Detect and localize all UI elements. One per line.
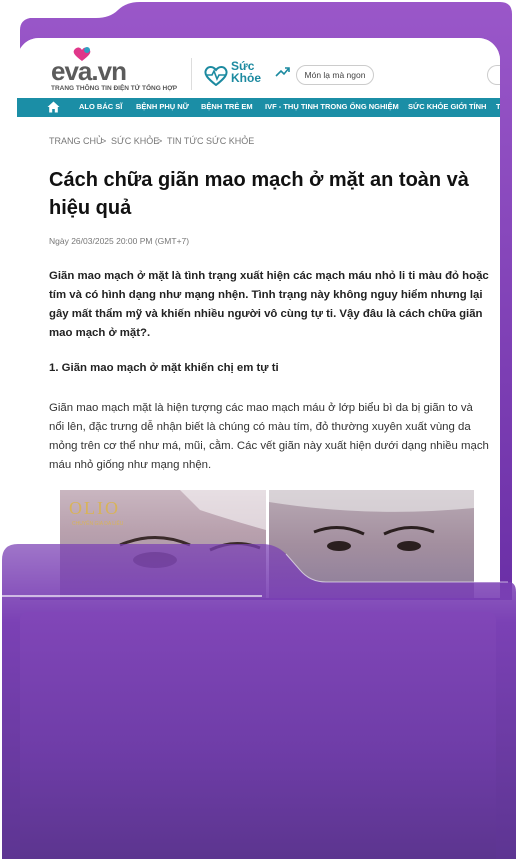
article-date: Ngày 26/03/2025 20:00 PM (GMT+7) (49, 236, 190, 246)
breadcrumb-separator: > (101, 136, 107, 146)
logo-text: eva.vn (51, 56, 127, 86)
nav-item-ivf[interactable]: IVF - THỤ TINH TRONG ỐNG NGHIỆM (265, 102, 399, 111)
nav-item-more[interactable]: T (496, 102, 500, 111)
site-header: eva.vn TRANG THÔNG TIN ĐIỆN TỬ TỔNG HỢP … (17, 38, 500, 98)
eva-logo[interactable]: eva.vn TRANG THÔNG TIN ĐIỆN TỬ TỔNG HỢP (51, 47, 181, 94)
section-heading: 1. Giãn mao mạch ở mặt khiến chị em tự t… (49, 362, 279, 374)
bottom-content-card (20, 612, 496, 859)
article-paragraph: Giãn mao mạch mặt là hiện tượng các mao … (49, 402, 489, 471)
header-right-pill[interactable] (487, 65, 500, 85)
logo-tagline: TRANG THÔNG TIN ĐIỆN TỬ TỔNG HỢP (51, 85, 178, 92)
article-title: Cách chữa giãn mao mạch ở mặt an toàn và… (49, 169, 469, 219)
header-divider (191, 58, 192, 90)
article-lead: Giãn mao mạch ở mặt là tình trạng xuất h… (49, 270, 489, 339)
trending-icon (275, 67, 290, 77)
section-name: Sức Khỏe (231, 60, 261, 84)
heartbeat-icon (204, 66, 228, 86)
breadcrumb-section[interactable]: SỨC KHỎE (111, 136, 159, 146)
section-suckhoe-logo[interactable]: Sức Khỏe (203, 60, 273, 90)
browser-page: eva.vn TRANG THÔNG TIN ĐIỆN TỬ TỔNG HỢP … (17, 38, 500, 598)
breadcrumb-separator: > (157, 136, 163, 146)
breadcrumb-sub[interactable]: TIN TỨC SỨC KHỎE (167, 136, 254, 146)
nav-item-benh-tre-em[interactable]: BỆNH TRẺ EM (201, 102, 253, 111)
nav-item-alo-bac-si[interactable]: ALO BÁC SĨ (79, 102, 122, 111)
home-icon[interactable] (47, 101, 60, 113)
section-name-line2: Khỏe (231, 71, 261, 85)
nav-item-benh-phu-nu[interactable]: BỆNH PHỤ NỮ (136, 102, 189, 111)
breadcrumb-home[interactable]: TRANG CHỦ (49, 136, 103, 146)
trending-search-pill[interactable]: Món lạ mà ngon (296, 65, 374, 85)
nav-item-suc-khoe-gioi-tinh[interactable]: SỨC KHỎE GIỚI TÍNH (408, 102, 486, 111)
category-nav-bar: ALO BÁC SĨ BỆNH PHỤ NỮ BỆNH TRẺ EM IVF -… (17, 98, 500, 117)
